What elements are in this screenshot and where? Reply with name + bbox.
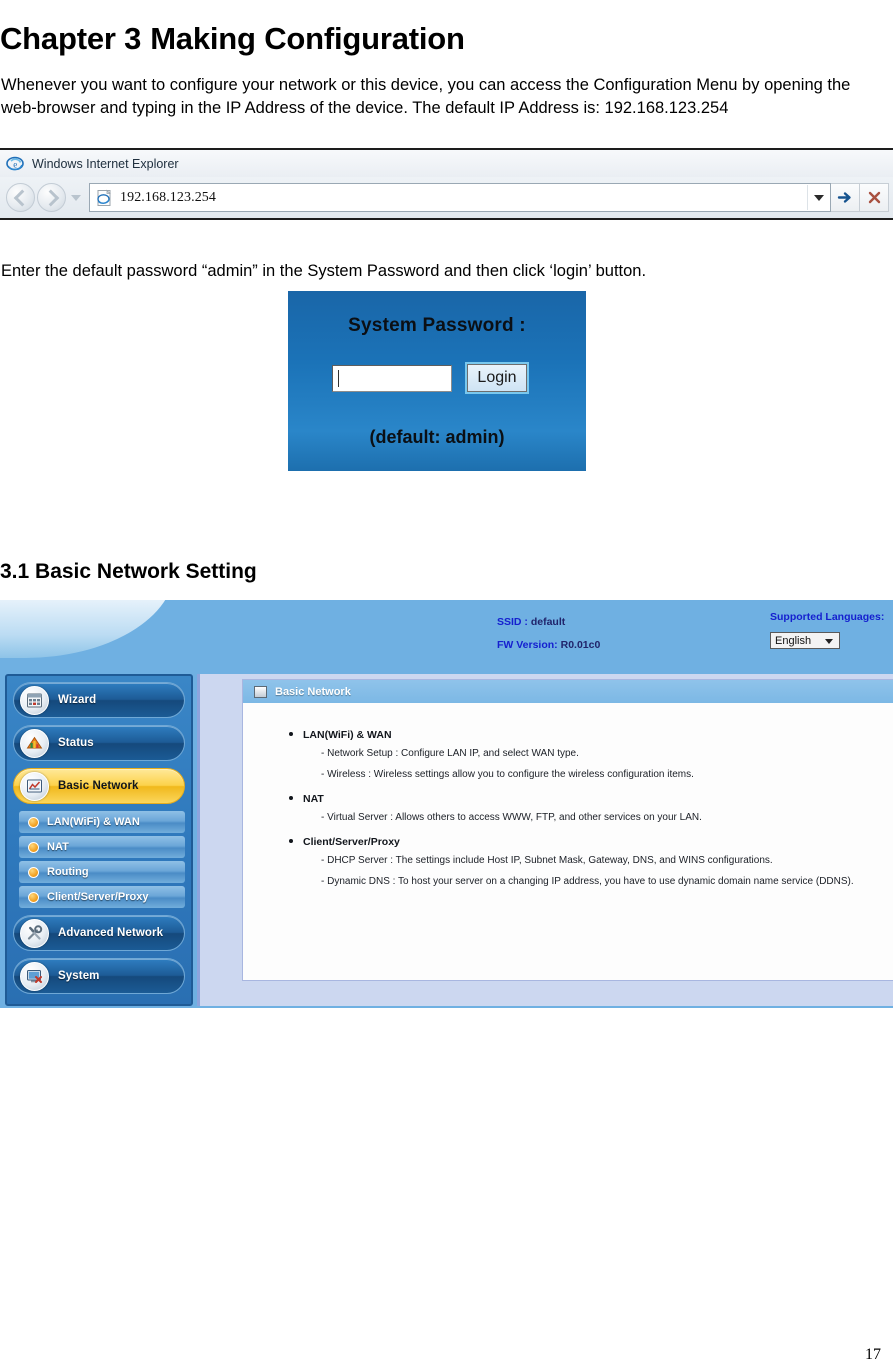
panel-group-title: Client/Server/Proxy [303,836,400,848]
language-select[interactable]: English [770,632,840,649]
fw-version-value: R0.01c0 [560,639,601,651]
sidebar-item-label: Status [58,737,94,749]
browser-window-screenshot: e Windows Internet Explorer 192.168.123. [0,148,893,220]
language-select-value: English [775,634,812,647]
chapter-number: Chapter 3 [0,20,142,56]
fw-version-label: FW Version: [497,639,558,651]
sidebar-subitem-label: Routing [47,866,89,878]
address-chevron-down-icon[interactable] [807,185,830,210]
sidebar-item-label: Wizard [58,694,97,706]
internet-explorer-logo-icon: e [6,155,24,173]
sidebar-item-label: Advanced Network [58,927,164,939]
panel-group-item: - DHCP Server : The settings include Hos… [321,855,773,866]
browser-titlebar: e Windows Internet Explorer [0,150,893,177]
bullet-icon [289,796,293,800]
bullet-icon [28,841,39,853]
address-bar[interactable]: 192.168.123.254 [89,183,831,212]
status-chart-icon [20,728,49,758]
panel-group-heading: NAT [289,793,893,805]
sidebar-subitem-label: LAN(WiFi) & WAN [47,816,140,828]
chevron-down-icon [825,639,833,644]
panel-group-item: - Wireless : Wireless settings allow you… [321,769,694,780]
panel-content: LAN(WiFi) & WAN - Network Setup : Config… [243,703,893,892]
panel-title-bar: Basic Network [243,680,893,703]
router-header: SSID : default FW Version: R0.01c0 Suppo… [0,600,893,674]
forward-arrow-icon[interactable] [37,183,66,212]
login-button[interactable]: Login [467,364,527,392]
sidebar-subitems: LAN(WiFi) & WAN NAT Routing Client/Serve… [13,811,185,908]
sidebar-item-label: Basic Network [58,780,139,792]
fw-version-row: FW Version: R0.01c0 [497,634,600,657]
panel-group: NAT - Virtual Server : Allows others to … [269,793,893,828]
router-header-info: SSID : default FW Version: R0.01c0 [497,611,600,657]
panel-group-title: LAN(WiFi) & WAN [303,729,392,741]
bullet-icon [289,732,293,736]
panel-group-item: - Virtual Server : Allows others to acce… [321,812,702,823]
router-body: Wizard Status Basic Network LAN(WiFi) & … [0,674,893,1008]
bullet-icon [28,866,39,878]
ie-page-icon [94,188,114,208]
default-password-hint: (default: admin) [369,427,505,447]
basic-network-icon [20,771,49,801]
content-panel-inner: Basic Network LAN(WiFi) & WAN - Network … [242,679,893,981]
svg-text:e: e [13,159,17,169]
panel-group-heading: LAN(WiFi) & WAN [289,729,893,741]
panel-group: LAN(WiFi) & WAN - Network Setup : Config… [269,729,893,785]
sidebar-item-status[interactable]: Status [13,725,185,761]
sidebar-item-basic-network[interactable]: Basic Network [13,768,185,804]
stop-x-icon [868,191,880,204]
panel-title: Basic Network [275,685,351,698]
bullet-icon [289,839,293,843]
header-swoosh-decoration [0,600,175,658]
system-monitor-icon [20,961,49,991]
sidebar-subitem-label: NAT [47,841,69,853]
section-title: 3.1 Basic Network Setting [0,560,257,584]
panel-group-heading: Client/Server/Proxy [289,836,893,848]
sidebar-item-routing[interactable]: Routing [19,861,185,883]
sidebar-subitem-label: Client/Server/Proxy [47,891,149,903]
content-panel: Basic Network LAN(WiFi) & WAN - Network … [197,674,893,1006]
panel-window-icon [254,685,267,698]
sidebar-item-wizard[interactable]: Wizard [13,682,185,718]
sidebar: Wizard Status Basic Network LAN(WiFi) & … [5,674,193,1006]
history-chevron-down-icon[interactable] [68,184,84,211]
panel-group-item: - Dynamic DNS : To host your server on a… [321,876,854,887]
browser-navigation-bar: 192.168.123.254 [0,177,893,218]
sidebar-item-advanced-network[interactable]: Advanced Network [13,915,185,951]
chapter-title-text: Making Configuration [150,20,465,56]
text-caret [338,369,339,387]
document-page: Chapter 3 Making Configuration Whenever y… [0,0,893,1372]
login-form-row: Login [332,364,527,392]
supported-languages-label: Supported Languages: [770,611,885,623]
sidebar-item-label: System [58,970,100,982]
advanced-network-tools-icon [20,918,49,948]
sidebar-item-lan-wifi-wan[interactable]: LAN(WiFi) & WAN [19,811,185,833]
sidebar-item-system[interactable]: System [13,958,185,994]
go-button[interactable] [831,183,860,212]
page-title: Chapter 3 Making Configuration [0,19,465,59]
browser-window-title: Windows Internet Explorer [32,156,179,171]
login-instruction-paragraph: Enter the default password “admin” in th… [1,261,647,280]
router-admin-ui-screenshot: SSID : default FW Version: R0.01c0 Suppo… [0,600,893,1008]
panel-group: Client/Server/Proxy - DHCP Server : The … [269,836,893,892]
panel-group-item: - Network Setup : Configure LAN IP, and … [321,748,579,759]
address-input[interactable]: 192.168.123.254 [120,190,807,206]
password-input[interactable] [332,364,452,392]
bullet-icon [28,891,39,903]
login-dialog-screenshot: System Password : Login (default: admin) [288,291,586,471]
bullet-icon [28,816,39,828]
system-password-label: System Password : [348,315,526,336]
ssid-label: SSID : [497,616,528,628]
go-arrow-icon [837,192,851,203]
ssid-row: SSID : default [497,611,600,634]
intro-paragraph: Whenever you want to configure your netw… [1,75,851,117]
sidebar-item-client-server-proxy[interactable]: Client/Server/Proxy [19,886,185,908]
page-number: 17 [865,1346,881,1363]
ssid-value: default [530,616,566,628]
back-arrow-icon[interactable] [6,183,35,212]
sidebar-item-nat[interactable]: NAT [19,836,185,858]
wizard-icon [20,685,49,715]
panel-group-title: NAT [303,793,324,805]
stop-button[interactable] [860,183,889,212]
